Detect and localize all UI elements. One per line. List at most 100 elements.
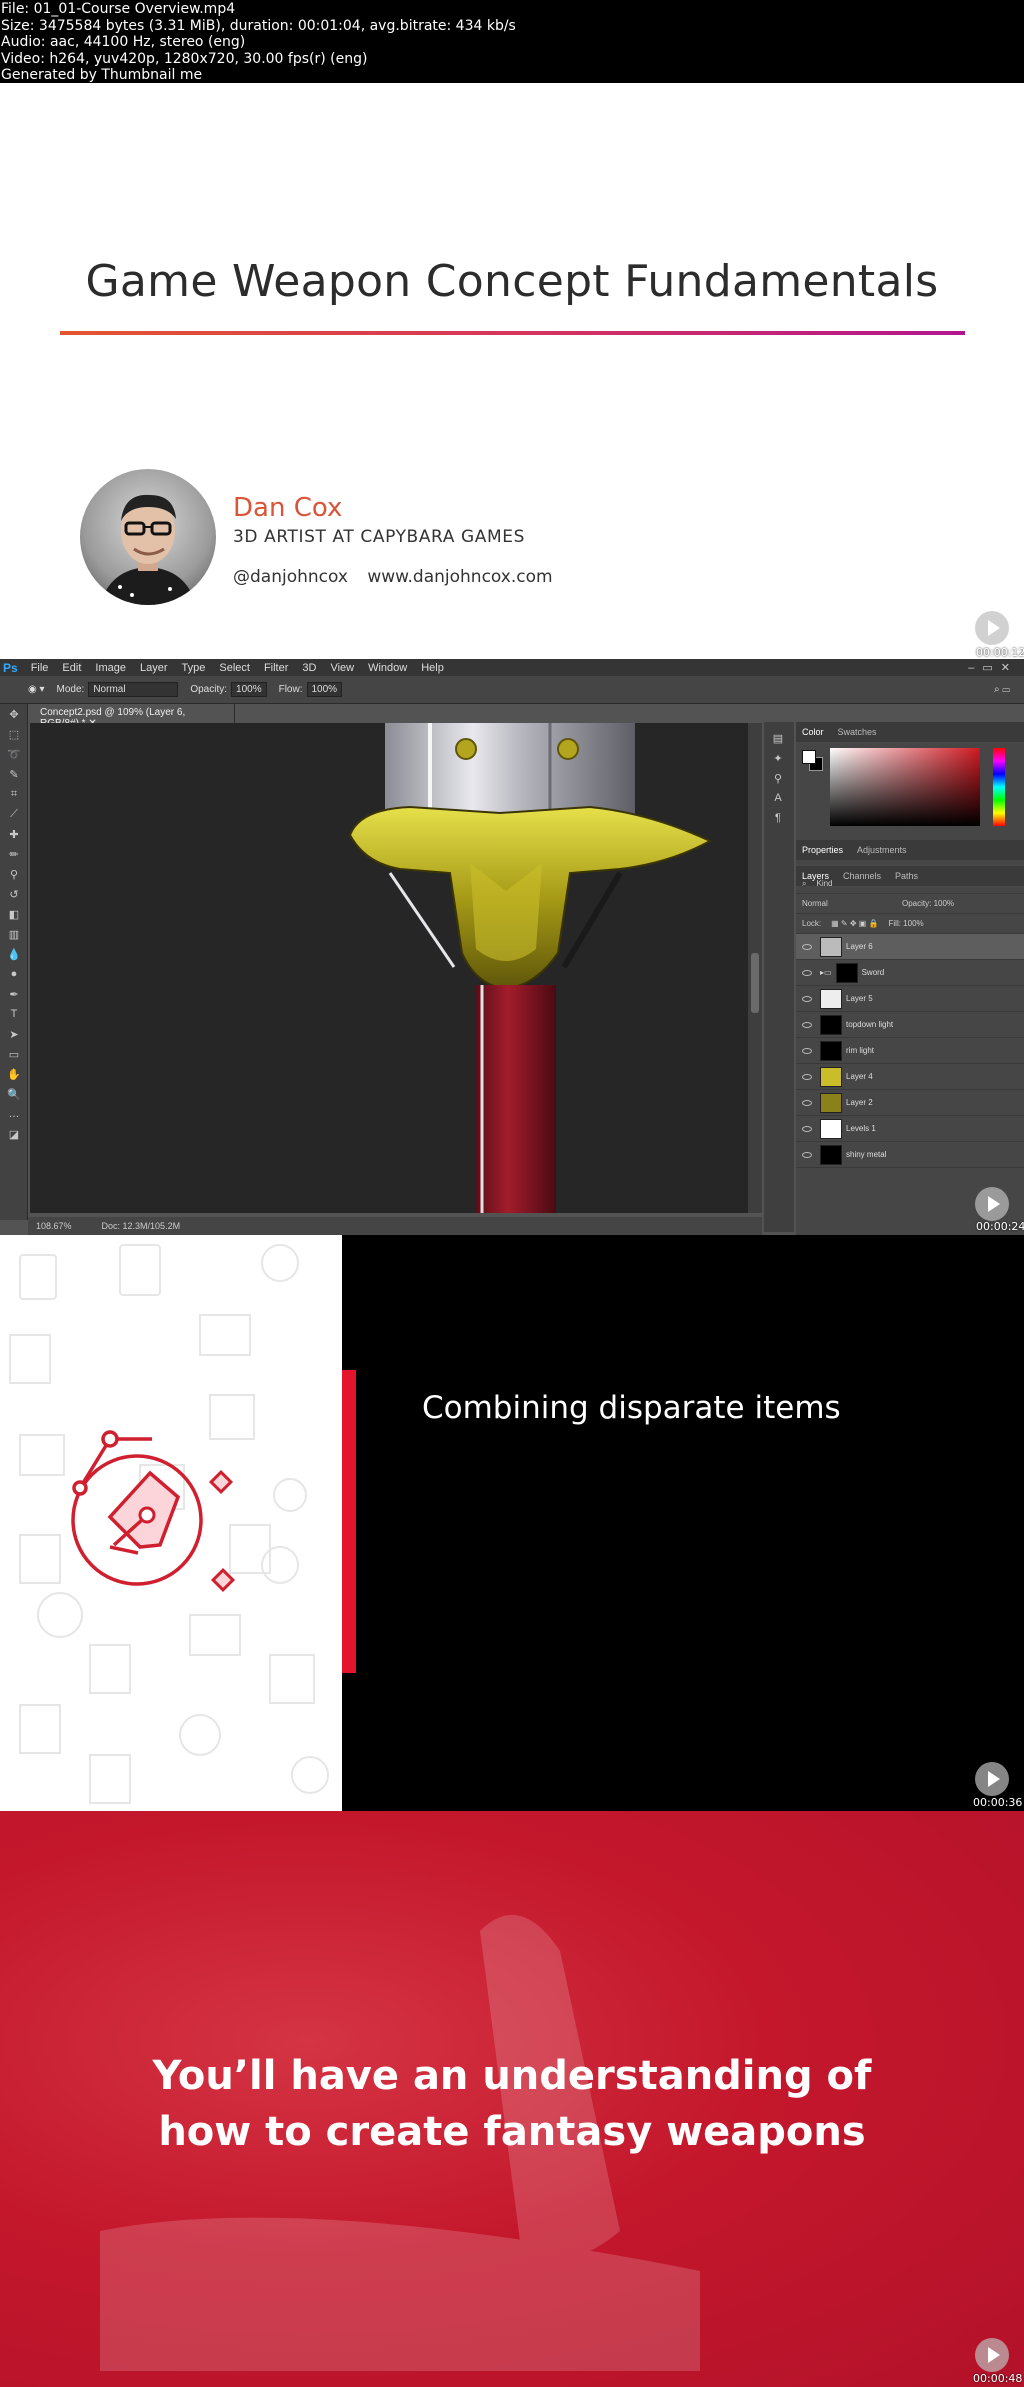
layer-name: Levels 1: [846, 1124, 876, 1133]
gradient-tool-icon[interactable]: ▥: [0, 924, 28, 944]
search-icon[interactable]: ⌕ ▭: [994, 684, 1010, 695]
more-tools-icon[interactable]: …: [0, 1104, 28, 1124]
eye-icon[interactable]: [802, 1021, 812, 1028]
quick-select-tool-icon[interactable]: ✎: [0, 764, 28, 784]
brush-preset-icon[interactable]: ◉ ▾: [28, 684, 45, 695]
scroll-thumb[interactable]: [751, 953, 759, 1013]
eraser-tool-icon[interactable]: ◧: [0, 904, 28, 924]
brush-tool-icon[interactable]: ✏: [0, 844, 28, 864]
zoom-level[interactable]: 108.67%: [36, 1221, 72, 1231]
path-select-icon[interactable]: ➤: [0, 1024, 28, 1044]
eyedropper-tool-icon[interactable]: ⟋: [0, 804, 28, 824]
layer-name: Layer 2: [846, 1098, 873, 1107]
tab-properties[interactable]: Properties: [802, 845, 843, 855]
eye-icon[interactable]: [802, 1099, 812, 1106]
heal-tool-icon[interactable]: ✚: [0, 824, 28, 844]
eye-icon[interactable]: [802, 1151, 812, 1158]
eye-icon[interactable]: [802, 943, 812, 950]
foreground-color-swatch[interactable]: [802, 750, 816, 764]
layer-thumbnail: [835, 962, 858, 983]
color-swap-icon[interactable]: ◪: [0, 1124, 28, 1144]
menu-item-select[interactable]: Select: [212, 662, 257, 674]
layer-row[interactable]: ▸▭ Sword: [796, 960, 1024, 986]
crop-tool-icon[interactable]: ⌗: [0, 784, 28, 804]
play-icon[interactable]: [975, 2338, 1009, 2372]
hand-tool-icon[interactable]: ✋: [0, 1064, 28, 1084]
tab-swatches[interactable]: Swatches: [838, 727, 877, 737]
layer-opacity[interactable]: Opacity: 100%: [902, 899, 954, 908]
menu-item-image[interactable]: Image: [88, 662, 133, 674]
vertical-scrollbar[interactable]: [748, 723, 762, 1213]
menu-item-view[interactable]: View: [323, 662, 361, 674]
outcome-headline: You’ll have an understanding of how to c…: [0, 2048, 1024, 2160]
brushes-panel-icon[interactable]: ✦: [764, 748, 792, 768]
mode-label: Mode:: [56, 684, 85, 695]
play-icon[interactable]: [975, 1187, 1009, 1221]
flow-label: Flow:: [278, 684, 303, 695]
stamp-tool-icon[interactable]: ⚲: [0, 864, 28, 884]
blur-tool-icon[interactable]: 💧: [0, 944, 28, 964]
flow-field[interactable]: 100%: [306, 682, 343, 697]
kind-filter[interactable]: Kind: [816, 879, 832, 888]
folder-icon: ▸▭: [820, 968, 832, 977]
opacity-field[interactable]: 100%: [231, 682, 267, 697]
history-brush-icon[interactable]: ↺: [0, 884, 28, 904]
pen-tool-icon[interactable]: ✒: [0, 984, 28, 1004]
layer-row[interactable]: topdown light: [796, 1012, 1024, 1038]
tab-adjustments[interactable]: Adjustments: [857, 845, 907, 855]
type-tool-icon[interactable]: T: [0, 1004, 28, 1024]
menu-item-window[interactable]: Window: [361, 662, 414, 674]
layer-fill[interactable]: Fill: 100%: [889, 919, 924, 928]
layer-row[interactable]: Layer 4: [796, 1064, 1024, 1090]
menu-item-file[interactable]: File: [24, 662, 56, 674]
eye-icon[interactable]: [802, 1073, 812, 1080]
clone-panel-icon[interactable]: ⚲: [764, 768, 792, 788]
menu-item-edit[interactable]: Edit: [55, 662, 88, 674]
file-info-line: Generated by Thumbnail me: [1, 67, 203, 84]
blend-mode-select[interactable]: Normal: [802, 899, 892, 908]
document-canvas[interactable]: [30, 723, 748, 1213]
timestamp: 00:00:48: [973, 2372, 1023, 2385]
shape-tool-icon[interactable]: ▭: [0, 1044, 28, 1064]
window-controls-icon[interactable]: –▭✕: [968, 661, 1018, 674]
saturation-field[interactable]: [830, 748, 980, 826]
menu-item-help[interactable]: Help: [414, 662, 451, 674]
dodge-tool-icon[interactable]: ●: [0, 964, 28, 984]
layer-thumbnail: [820, 1066, 842, 1087]
menu-item-type[interactable]: Type: [175, 662, 213, 674]
tab-color[interactable]: Color: [802, 727, 824, 737]
eye-icon[interactable]: [802, 1047, 812, 1054]
layer-thumbnail: [820, 1144, 842, 1165]
eye-icon[interactable]: [802, 969, 812, 976]
paragraph-panel-icon[interactable]: ¶: [764, 808, 792, 828]
layer-row[interactable]: Layer 5: [796, 986, 1024, 1012]
layer-row[interactable]: rim light: [796, 1038, 1024, 1064]
menu-item-layer[interactable]: Layer: [133, 662, 175, 674]
lock-icon[interactable]: ▦ ✎ ✥ ▣ 🔒: [831, 919, 878, 928]
marquee-tool-icon[interactable]: ⬚: [0, 724, 28, 744]
eye-icon[interactable]: [802, 995, 812, 1002]
character-panel-icon[interactable]: A: [764, 788, 792, 808]
document-tab[interactable]: Concept2.psd @ 109% (Layer 6, RGB/8#) * …: [30, 704, 235, 729]
eye-icon[interactable]: [802, 1125, 812, 1132]
mode-select[interactable]: Normal: [88, 682, 179, 697]
menu-item-3d[interactable]: 3D: [295, 662, 323, 674]
author-handle: @danjohncox: [233, 567, 348, 587]
history-panel-icon[interactable]: ▤: [764, 728, 792, 748]
color-picker[interactable]: [796, 742, 1024, 834]
author-avatar: [80, 469, 216, 605]
headline-line-1: You’ll have an understanding of: [152, 2053, 872, 2099]
play-icon[interactable]: [975, 611, 1009, 645]
layer-row[interactable]: Levels 1: [796, 1116, 1024, 1142]
move-tool-icon[interactable]: ✥: [0, 704, 28, 724]
search-icon[interactable]: ⌕: [802, 879, 806, 889]
lasso-tool-icon[interactable]: ➰: [0, 744, 28, 764]
zoom-tool-icon[interactable]: 🔍: [0, 1084, 28, 1104]
menu-item-filter[interactable]: Filter: [257, 662, 295, 674]
layer-row[interactable]: Layer 6: [796, 934, 1024, 960]
layer-row[interactable]: Layer 2: [796, 1090, 1024, 1116]
hue-slider[interactable]: [993, 748, 1005, 826]
layer-row[interactable]: shiny metal: [796, 1142, 1024, 1168]
layer-thumbnail: [820, 1014, 842, 1035]
play-icon[interactable]: [975, 1762, 1009, 1796]
